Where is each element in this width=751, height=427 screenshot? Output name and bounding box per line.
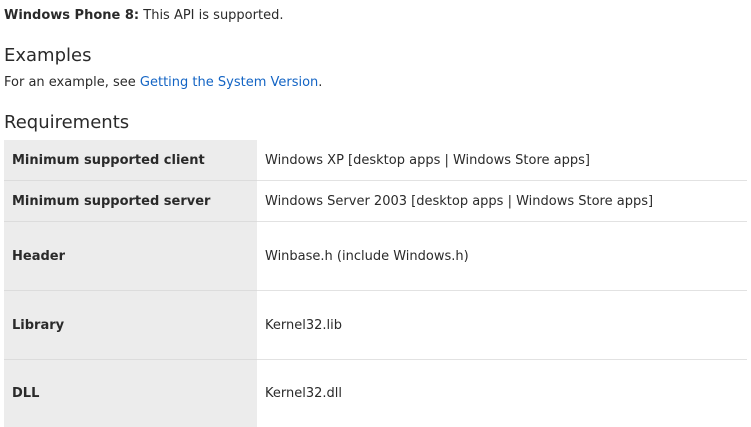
row-value: Windows XP [desktop apps | Windows Store… <box>257 140 747 181</box>
example-prefix: For an example, see <box>4 75 140 90</box>
requirements-table: Minimum supported client Windows XP [des… <box>4 140 747 427</box>
row-label: Library <box>4 290 257 360</box>
table-row: Header Winbase.h (include Windows.h) <box>4 221 747 291</box>
row-value: Kernel32.dll <box>257 359 747 427</box>
row-label: Header <box>4 221 257 291</box>
platform-support-text: This API is supported. <box>139 8 284 23</box>
example-paragraph: For an example, see Getting the System V… <box>4 74 322 92</box>
table-row: Library Kernel32.lib <box>4 290 747 360</box>
row-label: Minimum supported client <box>4 140 257 181</box>
row-value: Kernel32.lib <box>257 290 747 360</box>
platform-name: Windows Phone 8: <box>4 8 140 23</box>
example-link[interactable]: Getting the System Version <box>140 75 318 90</box>
row-value: Winbase.h (include Windows.h) <box>257 221 747 291</box>
example-suffix: . <box>318 75 323 90</box>
table-row: DLL Kernel32.dll <box>4 359 747 427</box>
examples-heading: Examples <box>4 45 92 66</box>
row-value: Windows Server 2003 [desktop apps | Wind… <box>257 180 747 222</box>
row-label: DLL <box>4 359 257 427</box>
row-label: Minimum supported server <box>4 180 257 222</box>
table-row: Minimum supported client Windows XP [des… <box>4 140 747 181</box>
page: Windows Phone 8: This API is supported. … <box>0 0 751 427</box>
requirements-heading: Requirements <box>4 112 130 133</box>
platform-support-line: Windows Phone 8: This API is supported. <box>4 7 283 25</box>
table-row: Minimum supported server Windows Server … <box>4 180 747 222</box>
